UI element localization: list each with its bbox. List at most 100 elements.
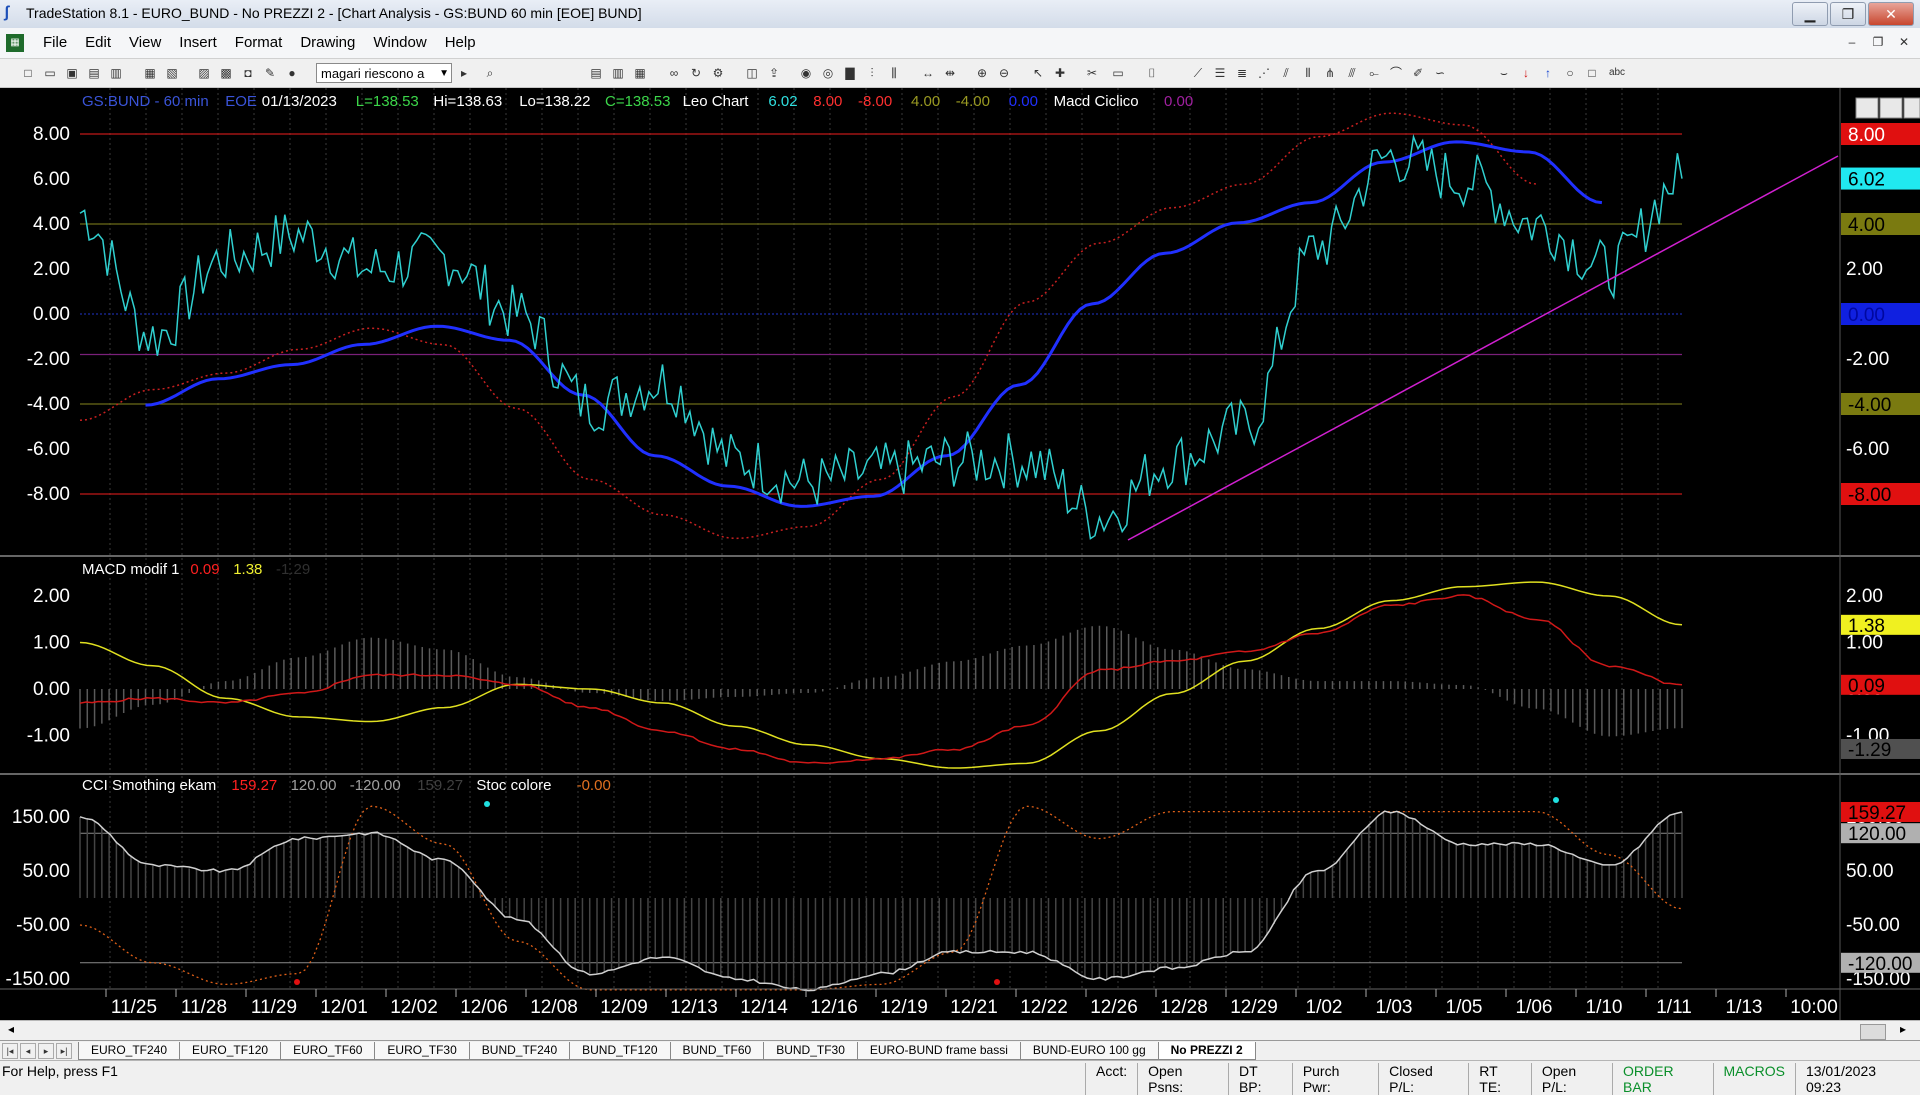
bar-chart-icon[interactable]: ▥ — [610, 65, 626, 81]
data-window-icon[interactable]: ▭ — [1110, 65, 1126, 81]
status-order-bar[interactable]: ORDER BAR — [1612, 1063, 1712, 1095]
chart-window-icon[interactable]: ▦ — [6, 34, 24, 52]
first-tab-icon[interactable]: |◂ — [2, 1043, 18, 1059]
workspace-tab[interactable]: EURO_TF120 — [179, 1042, 282, 1060]
pen-icon[interactable]: ✐ — [1410, 65, 1426, 81]
zoom-in-icon[interactable]: ⊕ — [974, 65, 990, 81]
menu-drawing[interactable]: Drawing — [291, 34, 364, 51]
scroll-thumb[interactable] — [1860, 1024, 1886, 1040]
open-icon[interactable]: ▭ — [42, 65, 58, 81]
bars-icon[interactable]: ⫶ — [864, 65, 880, 81]
layers-icon[interactable]: ◫ — [744, 65, 760, 81]
save-icon[interactable]: ▣ — [64, 65, 80, 81]
strategy-icon[interactable]: ◎ — [820, 65, 836, 81]
text-icon[interactable]: ⌷ — [1144, 65, 1160, 81]
workspace-tab[interactable]: No PREZZI 2 — [1157, 1042, 1256, 1060]
workspace-tab[interactable]: EURO_TF240 — [78, 1042, 181, 1060]
close-button[interactable]: ✕ — [1868, 2, 1914, 26]
trendline-icon[interactable]: ⟋ — [1190, 65, 1206, 81]
workspace-tab[interactable]: BUND_TF60 — [669, 1042, 765, 1060]
horizontal-scrollbar[interactable]: ◂ ▸ — [0, 1020, 1920, 1041]
panel-close-icon[interactable] — [1903, 97, 1920, 119]
workspace-tab[interactable]: BUND_TF120 — [569, 1042, 671, 1060]
menu-file[interactable]: File — [34, 34, 76, 51]
expand-icon[interactable]: ↔ — [920, 65, 936, 81]
price-panel[interactable]: GS:BUND - 60 min EOE 01/13/2023 L=138.53 Hi=… — [0, 88, 1920, 556]
new-window-icon[interactable]: ▤ — [86, 65, 102, 81]
last-tab-icon[interactable]: ▸| — [56, 1043, 72, 1059]
refresh-icon[interactable]: ↻ — [688, 65, 704, 81]
prev-tab-icon[interactable]: ◂ — [20, 1043, 36, 1059]
curve-icon[interactable]: ⌣ — [1496, 65, 1512, 81]
draw-icon[interactable]: ✎ — [262, 65, 278, 81]
mdi-minimize-icon[interactable]: – — [1842, 33, 1862, 51]
vertical-lines-icon[interactable]: ⦀ — [1300, 65, 1316, 81]
workspace-tab[interactable]: EURO_TF30 — [374, 1042, 470, 1060]
chevron-down-icon[interactable]: ▼ — [439, 64, 449, 84]
horizontal-lines-icon[interactable]: ☰ — [1212, 65, 1228, 81]
text-label-icon[interactable]: abc — [1606, 65, 1628, 81]
zoom-out-icon[interactable]: ⊖ — [996, 65, 1012, 81]
link-icon[interactable]: ∞ — [666, 65, 682, 81]
palette-icon[interactable]: ● — [284, 65, 300, 81]
copy-icon[interactable]: ▥ — [108, 65, 124, 81]
parallel-lines-icon[interactable]: ⫻ — [1344, 65, 1360, 81]
arrow-up-icon[interactable]: ↑ — [1540, 65, 1556, 81]
scroll-right-icon[interactable]: ▸ — [1900, 1022, 1906, 1036]
print-preview-icon[interactable]: ▦ — [142, 65, 158, 81]
minimize-button[interactable]: ▁ — [1792, 2, 1828, 26]
tile-icon[interactable]: ▨ — [196, 65, 212, 81]
cascade-icon[interactable]: ▩ — [218, 65, 234, 81]
panel-restore-icon[interactable] — [1879, 97, 1903, 119]
fib-icon[interactable]: ≣ — [1234, 65, 1250, 81]
scanner-icon[interactable]: ⌕ — [482, 65, 498, 81]
indicator-icon[interactable]: ◉ — [798, 65, 814, 81]
crosshair-icon[interactable]: ✚ — [1052, 65, 1068, 81]
regression-icon[interactable]: ⟜ — [1366, 65, 1382, 81]
menu-help[interactable]: Help — [436, 34, 485, 51]
macd-panel[interactable]: MACD modif 1 0.09 1.38 -1.29 2.00 2.00 1.00 1.… — [27, 558, 1920, 774]
chart-area[interactable]: GS:BUND - 60 min EOE 01/13/2023 L=138.53 Hi=… — [0, 88, 1920, 1020]
arrow-right-icon[interactable]: ▸ — [456, 65, 472, 81]
menu-view[interactable]: View — [120, 34, 170, 51]
mdi-close-icon[interactable]: ✕ — [1894, 33, 1914, 51]
lock-icon[interactable]: ◘ — [240, 65, 256, 81]
cci-panel[interactable]: CCI Smothing ekam 159.27 120.00 -120.00 159.… — [6, 776, 1920, 992]
workspace-tab[interactable]: EURO_TF60 — [280, 1042, 376, 1060]
arc-icon[interactable]: ⌒ — [1388, 65, 1404, 81]
chart-canvas[interactable]: GS:BUND - 60 min EOE 01/13/2023 L=138.53 Hi=… — [0, 88, 1920, 1020]
settings-icon[interactable]: ⚙ — [710, 65, 726, 81]
menu-edit[interactable]: Edit — [76, 34, 120, 51]
restore-button[interactable]: ❐ — [1830, 2, 1866, 26]
gann-fan-icon[interactable]: ⋔ — [1322, 65, 1338, 81]
scroll-left-icon[interactable]: ◂ — [8, 1022, 14, 1036]
menu-insert[interactable]: Insert — [170, 34, 226, 51]
compress-icon[interactable]: ⇹ — [942, 65, 958, 81]
ellipse-icon[interactable]: ○ — [1562, 65, 1578, 81]
workspace-combo[interactable]: magari riescono a ▼ — [316, 63, 452, 83]
export-icon[interactable]: ⇪ — [766, 65, 782, 81]
new-icon[interactable]: □ — [20, 65, 36, 81]
workspace-tab[interactable]: BUND_TF240 — [468, 1042, 571, 1060]
freehand-icon[interactable]: ∽ — [1432, 65, 1448, 81]
columns-icon[interactable]: ⫼ — [886, 65, 902, 81]
workspace-tab[interactable]: BUND-EURO 100 gg — [1019, 1042, 1159, 1060]
workspace-tab[interactable]: EURO-BUND frame bassi — [856, 1042, 1021, 1060]
mdi-restore-icon[interactable]: ❐ — [1868, 33, 1888, 51]
speedline-icon[interactable]: ⋰ — [1256, 65, 1272, 81]
chart-analysis-icon[interactable]: ▇ — [842, 65, 858, 81]
print-icon[interactable]: ▧ — [164, 65, 180, 81]
workspace-tab[interactable]: BUND_TF30 — [763, 1042, 858, 1060]
rectangle-icon[interactable]: □ — [1584, 65, 1600, 81]
panel-minimize-icon[interactable] — [1855, 97, 1879, 119]
menu-format[interactable]: Format — [226, 34, 292, 51]
menu-window[interactable]: Window — [364, 34, 435, 51]
pointer-icon[interactable]: ↖ — [1030, 65, 1046, 81]
table-icon[interactable]: ▦ — [632, 65, 648, 81]
chart-type-icon[interactable]: ▤ — [588, 65, 604, 81]
arrow-down-icon[interactable]: ↓ — [1518, 65, 1534, 81]
channel-icon[interactable]: ⫽ — [1278, 65, 1294, 81]
tools-icon[interactable]: ✂ — [1084, 65, 1100, 81]
status-macros[interactable]: MACROS — [1712, 1063, 1795, 1095]
next-tab-icon[interactable]: ▸ — [38, 1043, 54, 1059]
